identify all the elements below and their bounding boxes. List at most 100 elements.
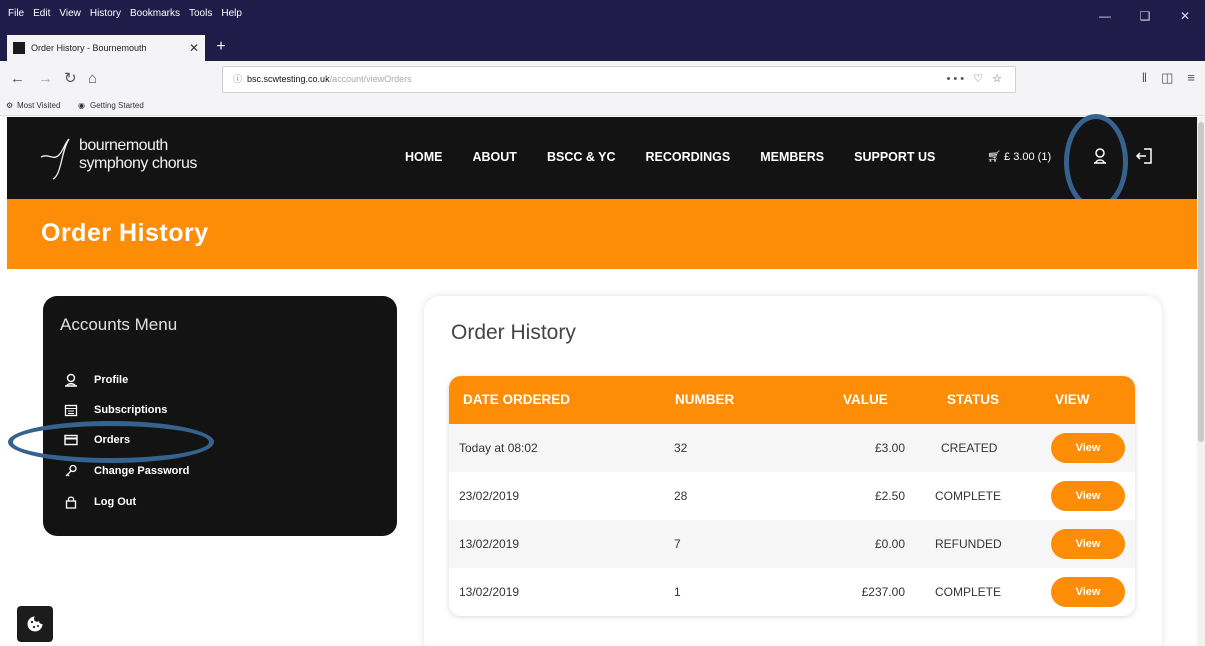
url-host: bsc.scwtesting.co.uk	[247, 74, 330, 84]
menu-item-label: Change Password	[94, 465, 190, 477]
menu-item-change-password[interactable]: Change Password	[63, 464, 189, 478]
sidebar-icon[interactable]: ◫	[1161, 70, 1173, 86]
menu-help[interactable]: Help	[221, 8, 242, 19]
menu-item-subscriptions[interactable]: Subscriptions	[63, 403, 167, 417]
site-header: bournemouth symphony chorus HOME ABOUT B…	[7, 117, 1197, 199]
view-order-button[interactable]: View	[1051, 481, 1125, 511]
accounts-menu: Accounts Menu Profile Subscriptions Orde…	[43, 296, 397, 536]
nav-support-us[interactable]: SUPPORT US	[854, 150, 935, 164]
hamburger-menu-icon[interactable]: ≡	[1187, 70, 1195, 86]
cell-number: 7	[674, 537, 681, 551]
tab-title: Order History - Bournemouth	[31, 43, 147, 53]
url-bar[interactable]: ⓘ bsc.scwtesting.co.uk/account/viewOrder…	[222, 66, 1016, 93]
menu-bookmarks[interactable]: Bookmarks	[130, 8, 180, 19]
highlight-circle-orders	[8, 421, 214, 463]
maximize-icon[interactable]: ❑	[1125, 0, 1165, 33]
table-row: 23/02/2019 28 £2.50 COMPLETE View	[449, 472, 1135, 520]
cell-date: 23/02/2019	[459, 489, 520, 503]
col-view: VIEW	[1055, 392, 1090, 407]
url-path: /account/viewOrders	[329, 74, 412, 84]
logo-line1: bournemouth	[79, 137, 168, 154]
table-body: Today at 08:02 32 £3.00 CREATED View 23/…	[449, 424, 1135, 616]
screenshot: File Edit View History Bookmarks Tools H…	[0, 0, 1205, 646]
info-icon[interactable]: ⓘ	[233, 74, 242, 84]
logo-line2: symphony chorus	[79, 155, 197, 172]
page-actions-icon[interactable]: •••	[947, 73, 968, 85]
cell-value: £2.50	[874, 489, 905, 503]
highlight-circle-account	[1064, 114, 1128, 210]
page-title: Order History	[41, 219, 209, 247]
cell-value: £3.00	[874, 441, 905, 455]
cookie-settings-button[interactable]	[17, 606, 53, 642]
main-nav: HOME ABOUT BSCC & YC RECORDINGS MEMBERS …	[405, 150, 965, 164]
close-icon[interactable]: ✕	[1165, 0, 1205, 33]
logo-icon[interactable]	[39, 135, 75, 181]
menu-item-label: Subscriptions	[94, 404, 168, 416]
table-row: Today at 08:02 32 £3.00 CREATED View	[449, 424, 1135, 472]
cell-date: Today at 08:02	[459, 441, 538, 455]
site-logo[interactable]: bournemouth symphony chorus	[79, 137, 197, 173]
cell-number: 1	[674, 585, 681, 599]
accounts-menu-title: Accounts Menu	[60, 315, 178, 334]
pocket-icon[interactable]: ♡	[973, 73, 986, 85]
library-icon[interactable]: ‖	[1142, 70, 1147, 86]
cell-status: REFUNDED	[935, 537, 1002, 551]
forward-icon[interactable]: →	[38, 70, 53, 88]
browser-tab[interactable]: Order History - Bournemouth ✕	[7, 35, 205, 61]
favicon-icon	[13, 42, 25, 54]
menu-file[interactable]: File	[8, 8, 24, 19]
nav-about[interactable]: ABOUT	[473, 150, 517, 164]
browser-menubar: File Edit View History Bookmarks Tools H…	[0, 0, 1205, 33]
nav-home[interactable]: HOME	[405, 150, 443, 164]
cell-number: 28	[674, 489, 688, 503]
menu-edit[interactable]: Edit	[33, 8, 50, 19]
view-order-button[interactable]: View	[1051, 529, 1125, 559]
order-history-card: Order History DATE ORDERED NUMBER VALUE …	[424, 296, 1162, 646]
most-visited-icon: ⚙	[6, 101, 14, 110]
col-number: NUMBER	[675, 392, 735, 407]
col-status: STATUS	[947, 392, 999, 407]
cell-number: 32	[674, 441, 688, 455]
orders-table: DATE ORDERED NUMBER VALUE STATUS VIEW To…	[449, 376, 1135, 616]
back-icon[interactable]: ←	[10, 70, 25, 88]
cell-date: 13/02/2019	[459, 537, 520, 551]
cart-icon: 🛒︎	[987, 151, 1001, 163]
bookmark-star-icon[interactable]: ☆	[992, 73, 1005, 85]
lock-icon	[63, 495, 79, 509]
bookmarks-toolbar: ⚙ Most Visited ◉ Getting Started	[0, 98, 1205, 116]
view-order-button[interactable]: View	[1051, 577, 1125, 607]
menu-item-profile[interactable]: Profile	[63, 373, 128, 387]
cell-date: 13/02/2019	[459, 585, 520, 599]
nav-members[interactable]: MEMBERS	[760, 150, 824, 164]
menu-view[interactable]: View	[59, 8, 81, 19]
calendar-icon	[63, 403, 79, 417]
tab-close-icon[interactable]: ✕	[189, 41, 199, 55]
order-history-heading: Order History	[451, 321, 576, 344]
bookmark-getting-started[interactable]: Getting Started	[90, 101, 144, 110]
nav-bscc-yc[interactable]: BSCC & YC	[547, 150, 616, 164]
cell-status: CREATED	[941, 441, 998, 455]
logout-icon[interactable]	[1135, 147, 1153, 165]
scrollbar-thumb[interactable]	[1198, 122, 1204, 442]
view-order-button[interactable]: View	[1051, 433, 1125, 463]
menu-history[interactable]: History	[90, 8, 121, 19]
home-icon[interactable]: ⌂	[88, 70, 97, 88]
cell-status: COMPLETE	[935, 489, 1002, 503]
menu-item-log-out[interactable]: Log Out	[63, 495, 136, 509]
reload-icon[interactable]: ↻	[64, 70, 77, 88]
key-icon	[63, 464, 79, 478]
page-banner: Order History	[7, 199, 1197, 269]
col-value: VALUE	[843, 392, 888, 407]
minimize-icon[interactable]: —	[1085, 0, 1125, 33]
table-row: 13/02/2019 7 £0.00 REFUNDED View	[449, 520, 1135, 568]
cell-value: £237.00	[861, 585, 905, 599]
bookmark-most-visited[interactable]: Most Visited	[17, 101, 60, 110]
cart-total: £ 3.00 (1)	[1004, 151, 1052, 163]
cart-link[interactable]: 🛒︎ £ 3.00 (1)	[987, 150, 1051, 163]
menu-item-label: Profile	[94, 374, 129, 386]
new-tab-icon[interactable]: +	[210, 35, 232, 59]
table-header: DATE ORDERED NUMBER VALUE STATUS VIEW	[449, 376, 1135, 424]
menu-tools[interactable]: Tools	[189, 8, 212, 19]
getting-started-icon: ◉	[78, 101, 85, 110]
nav-recordings[interactable]: RECORDINGS	[645, 150, 730, 164]
